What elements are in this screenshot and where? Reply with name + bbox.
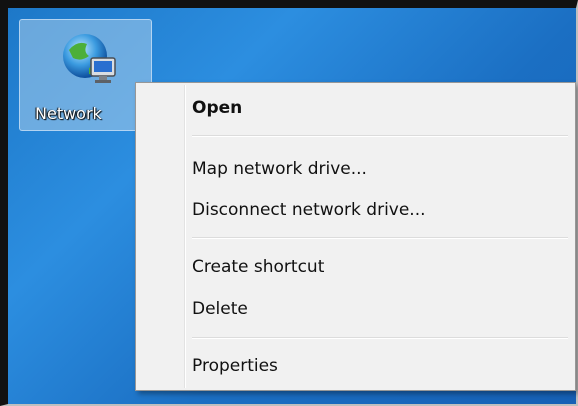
menu-item-disconnect-network-drive[interactable]: Disconnect network drive...	[192, 193, 562, 227]
menu-item-delete[interactable]: Delete	[192, 292, 562, 326]
menu-separator	[192, 337, 568, 339]
menu-item-create-shortcut[interactable]: Create shortcut	[192, 250, 562, 284]
menu-item-open[interactable]: Open	[192, 91, 562, 125]
menu-separator	[192, 135, 568, 137]
network-icon-label: Network	[35, 104, 102, 123]
menu-separator	[192, 237, 568, 239]
network-desktop-icon[interactable]: Network	[19, 19, 152, 131]
context-menu: Open Map network drive... Disconnect net…	[135, 82, 576, 391]
menu-gutter-divider	[184, 85, 186, 388]
menu-item-properties[interactable]: Properties	[192, 349, 562, 383]
network-icon	[63, 34, 116, 83]
menu-item-map-network-drive[interactable]: Map network drive...	[192, 152, 562, 186]
